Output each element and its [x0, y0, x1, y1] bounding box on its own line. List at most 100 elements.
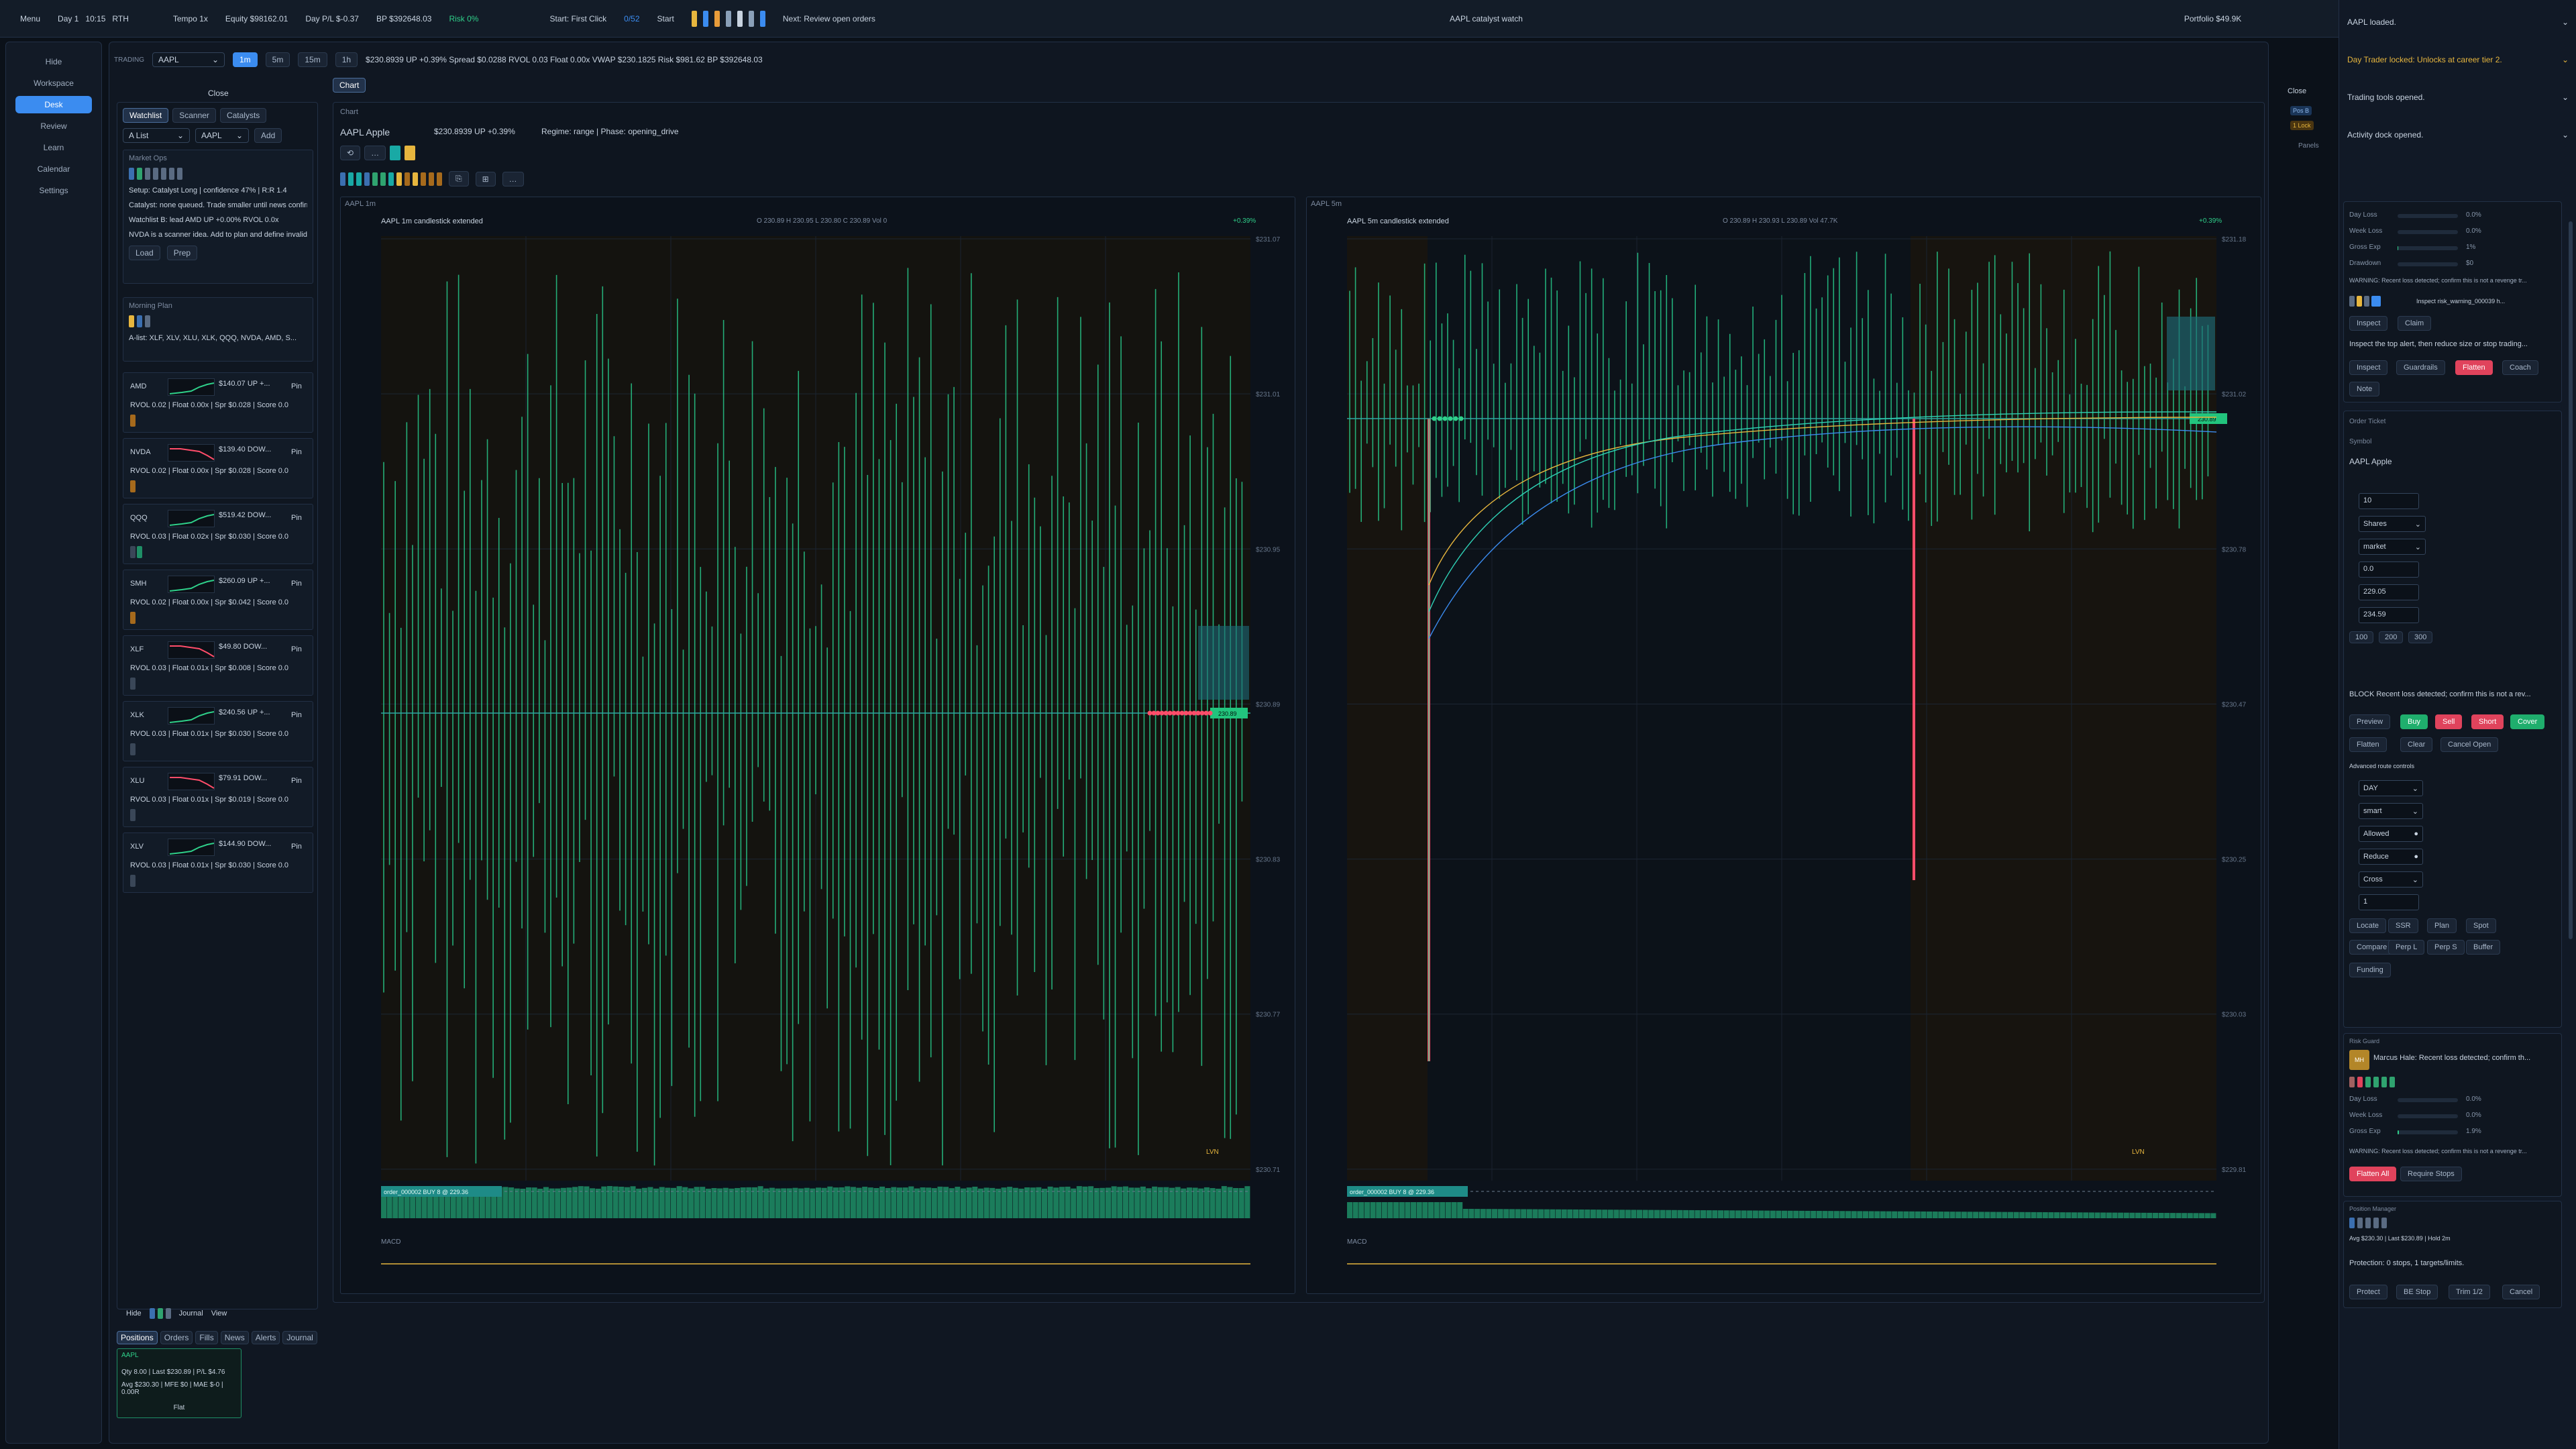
load-button[interactable]: Load [129, 246, 160, 260]
bottom-tab-orders[interactable]: Orders [160, 1331, 193, 1344]
cancel-open-button[interactable]: Cancel Open [2440, 737, 2499, 752]
notification[interactable]: Trading tools opened. ⌄ [2339, 93, 2576, 102]
preset-200[interactable]: 200 [2379, 631, 2404, 643]
short-button[interactable]: Short [2471, 714, 2504, 729]
note-button[interactable]: Note [2349, 382, 2380, 396]
buy-button[interactable]: Buy [2400, 714, 2428, 729]
indicator-toggle[interactable] [437, 172, 442, 186]
tab-catalysts[interactable]: Catalysts [219, 108, 267, 123]
nav-hide[interactable]: Hide [15, 53, 92, 70]
route-option-button[interactable]: Locate [2349, 918, 2387, 933]
pin-button[interactable]: Pin [291, 645, 302, 653]
coach-button[interactable]: Coach [2502, 360, 2538, 375]
tab-watchlist[interactable]: Watchlist [123, 108, 169, 123]
route-option-button[interactable]: Plan [2427, 918, 2457, 933]
more-button[interactable]: … [364, 146, 386, 160]
chart-tab[interactable]: Chart [333, 78, 366, 93]
panel-tag[interactable]: 1 Lock [2290, 121, 2314, 130]
inspect-button[interactable]: Inspect [2349, 316, 2388, 331]
watchlist-row[interactable]: XLF $49.80 DOW... Pin RVOL 0.03 | Float 0.0… [123, 635, 313, 696]
interval-5m[interactable]: 5m [265, 52, 290, 67]
pin-button[interactable]: Pin [291, 580, 302, 588]
watchlist-row[interactable]: NVDA $139.40 DOW... Pin RVOL 0.02 | Float 0… [123, 438, 313, 498]
watchlist-row[interactable]: AMD $140.07 UP +... Pin RVOL 0.02 | Float 0… [123, 372, 313, 433]
indicator-toggle[interactable] [356, 172, 362, 186]
cover-button[interactable]: Cover [2510, 714, 2545, 729]
color-swatch[interactable] [390, 146, 401, 160]
watchlist-row[interactable]: SMH $260.09 UP +... Pin RVOL 0.02 | Float 0… [123, 570, 313, 630]
claim-button[interactable]: Claim [2398, 316, 2432, 331]
dock-scrollbar[interactable] [2569, 221, 2573, 939]
pin-button[interactable]: Pin [291, 514, 302, 522]
funding-button[interactable]: Funding [2349, 963, 2391, 977]
chevron-down-icon[interactable]: ⌄ [2562, 17, 2569, 27]
cancel-button[interactable]: Cancel [2502, 1285, 2540, 1299]
symbol-select[interactable]: AAPL ⌄ [152, 52, 225, 67]
pin-button[interactable]: Pin [291, 448, 302, 456]
bottom-hide[interactable]: Hide [126, 1309, 142, 1318]
prep-button[interactable]: Prep [166, 246, 198, 260]
flatten-all-button[interactable]: Flatten All [2349, 1167, 2397, 1181]
indicator-toggle[interactable] [380, 172, 386, 186]
indicator-toggle[interactable] [396, 172, 402, 186]
start-button[interactable]: Start [657, 14, 674, 23]
bottom-tab-news[interactable]: News [220, 1331, 249, 1344]
route-option-button[interactable]: SSR [2388, 918, 2418, 933]
indicator-toggle[interactable] [348, 172, 354, 186]
tif-select[interactable]: DAY ⌄ [2359, 780, 2423, 796]
protect-button[interactable]: Protect [2349, 1285, 2387, 1299]
indicator-toggle[interactable] [405, 172, 410, 186]
route-select[interactable]: smart ⌄ [2359, 803, 2423, 819]
leverage-input[interactable]: 1 [2359, 894, 2419, 910]
grid-icon[interactable]: ⊞ [475, 171, 496, 186]
be-stop-button[interactable]: BE Stop [2396, 1285, 2438, 1299]
trim-button[interactable]: Trim 1/2 [2449, 1285, 2490, 1299]
quantity-input[interactable]: 10 [2359, 493, 2419, 509]
nav-review[interactable]: Review [15, 117, 92, 135]
notification[interactable]: AAPL loaded. ⌄ [2339, 17, 2576, 27]
watch-symbol-select[interactable]: AAPL ⌄ [195, 128, 249, 143]
watchlist-row[interactable]: XLV $144.90 DOW... Pin RVOL 0.03 | Float 0.… [123, 833, 313, 893]
ticket-flatten[interactable]: Flatten [2349, 737, 2387, 752]
nav-learn[interactable]: Learn [15, 139, 92, 156]
menu-button[interactable]: Menu [20, 14, 40, 23]
chevron-down-icon[interactable]: ⌄ [2562, 130, 2569, 140]
bottom-tab-journal[interactable]: Journal [282, 1331, 317, 1344]
watchlist-row[interactable]: XLK $240.56 UP +... Pin RVOL 0.03 | Float 0… [123, 701, 313, 761]
preset-300[interactable]: 300 [2408, 631, 2433, 643]
bottom-journal[interactable]: Journal [179, 1309, 203, 1318]
target-price-input[interactable]: 234.59 [2359, 607, 2419, 623]
indicator-toggle[interactable] [413, 172, 418, 186]
stop-price-input[interactable]: 229.05 [2359, 584, 2419, 600]
inspect-alert[interactable]: Inspect risk_warning_000039 h... [2416, 298, 2505, 305]
bottom-tab-positions[interactable]: Positions [117, 1331, 158, 1344]
nav-settings[interactable]: Settings [15, 182, 92, 199]
start-first-click[interactable]: Start: First Click [549, 14, 606, 23]
chevron-down-icon[interactable]: ⌄ [2562, 93, 2569, 102]
bottom-tab-alerts[interactable]: Alerts [251, 1331, 280, 1344]
order-type-select[interactable]: market ⌄ [2359, 539, 2426, 555]
pin-button[interactable]: Pin [291, 843, 302, 851]
indicator-toggle[interactable] [429, 172, 434, 186]
bottom-view[interactable]: View [211, 1309, 227, 1318]
next-step[interactable]: Next: Review open orders [783, 14, 875, 23]
flatten-button[interactable]: Flatten [2455, 360, 2493, 375]
position-card[interactable]: AAPL Qty 8.00 | Last $230.89 | P/L $4.76… [117, 1348, 241, 1418]
tab-scanner[interactable]: Scanner [172, 108, 216, 123]
notification[interactable]: Activity dock opened. ⌄ [2339, 130, 2576, 140]
limit-price-input[interactable]: 0.0 [2359, 561, 2419, 578]
nav-desk[interactable]: Desk [15, 96, 92, 113]
more-icon[interactable]: … [502, 171, 524, 186]
preset-100[interactable]: 100 [2349, 631, 2374, 643]
route-option-button[interactable]: Spot [2466, 918, 2496, 933]
indicator-toggle[interactable] [421, 172, 426, 186]
route-option-button[interactable]: Perp S [2427, 940, 2465, 955]
nav-calendar[interactable]: Calendar [15, 160, 92, 178]
pin-button[interactable]: Pin [291, 777, 302, 785]
allowed-toggle[interactable]: Allowed ● [2359, 826, 2423, 842]
interval-1m[interactable]: 1m [233, 52, 258, 67]
route-option-button[interactable]: Perp L [2388, 940, 2425, 955]
price-chart-1m[interactable]: $231.07 $231.01 $230.95 $230.89 $230.83 $230.… [341, 197, 1296, 1295]
interval-1h[interactable]: 1h [335, 52, 358, 67]
pin-button[interactable]: Pin [291, 711, 302, 719]
